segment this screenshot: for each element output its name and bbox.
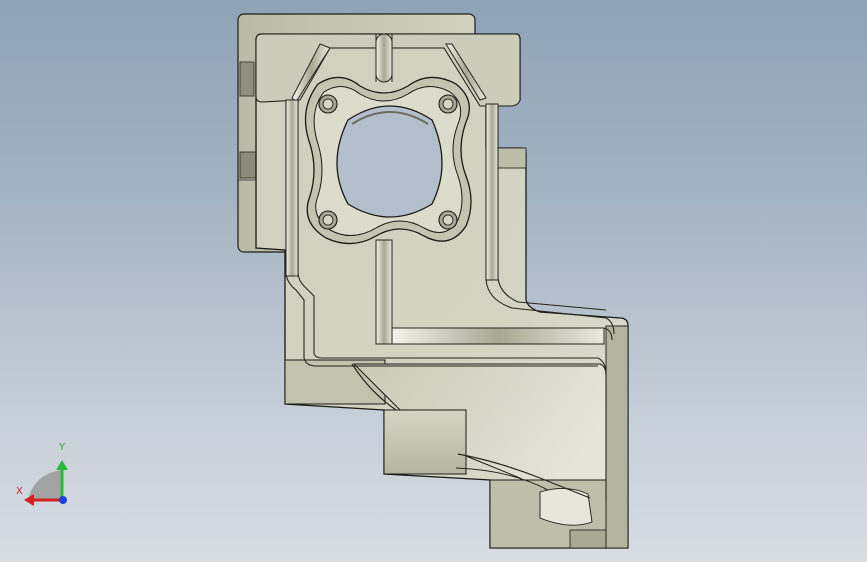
- z-axis-dot: [59, 496, 67, 504]
- x-axis-label: X: [16, 486, 23, 497]
- x-arrowhead: [24, 494, 34, 506]
- 3d-viewport[interactable]: Y X: [0, 0, 867, 562]
- y-axis-label: Y: [59, 442, 66, 453]
- y-arrowhead: [56, 460, 68, 470]
- orientation-triad[interactable]: [24, 460, 68, 506]
- model-canvas[interactable]: [0, 0, 867, 562]
- bore-flange[interactable]: [304, 76, 472, 245]
